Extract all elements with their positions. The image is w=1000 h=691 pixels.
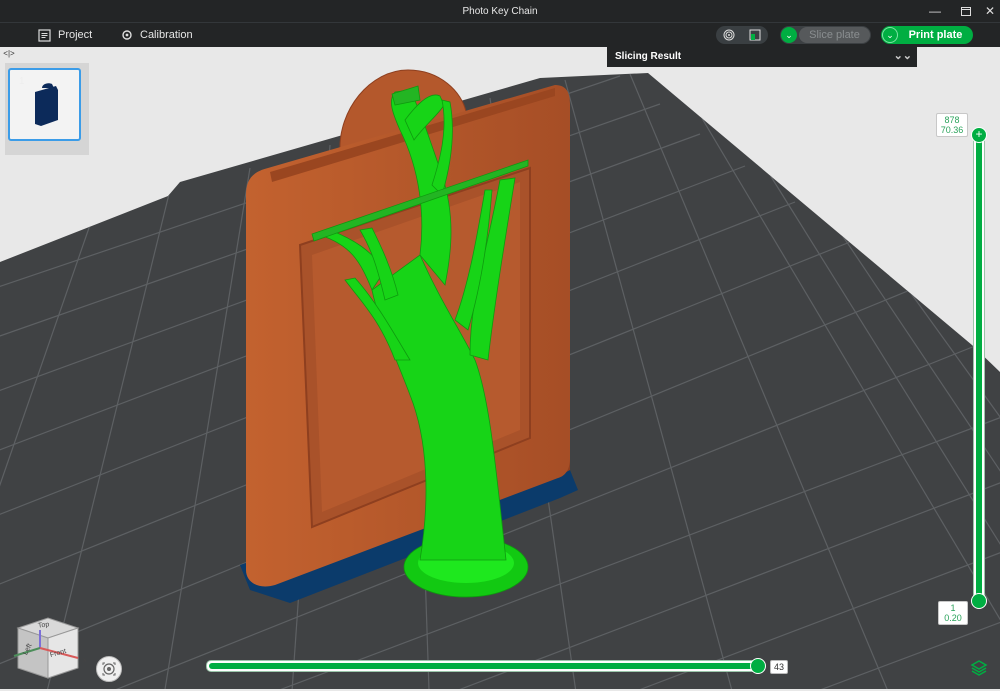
layer-slider-bottom-label: 1 0.20 (938, 601, 968, 625)
layer-slider-bottom-handle[interactable] (971, 593, 987, 609)
view-cube[interactable]: Top Left Front y x (7, 612, 88, 686)
bottom-layer-height: 0.20 (944, 613, 962, 623)
main-toolbar: Project Calibration ⌄ Slice plate ⌄ Prin… (0, 22, 1000, 47)
axis-x-label: x (83, 657, 87, 664)
calibration-label: Calibration (140, 29, 193, 41)
layers-view-icon[interactable] (749, 29, 761, 41)
collapse-panel-button[interactable]: <|> (3, 47, 15, 59)
top-layer-number: 878 (944, 115, 960, 125)
chevron-down-icon: ⌄ (785, 29, 793, 40)
print-plate-control[interactable]: ⌄ Print plate (881, 26, 973, 44)
bottom-layer-number: 1 (950, 603, 956, 613)
move-slider-value: 43 (770, 660, 789, 674)
layer-slider-top-handle[interactable]: + (971, 127, 987, 143)
layers-icon (970, 660, 988, 676)
maximize-icon (961, 6, 971, 16)
slice-dropdown-button[interactable]: ⌄ (781, 27, 797, 43)
window-title: Photo Key Chain (462, 6, 538, 17)
print-plate-button[interactable]: Print plate (898, 29, 973, 41)
slice-plate-button[interactable]: Slice plate (799, 27, 870, 43)
calibration-tab[interactable]: Calibration (121, 23, 193, 47)
project-tab[interactable]: Project (38, 23, 92, 47)
scene-render (0, 69, 1000, 689)
plate-preview-image (35, 83, 58, 126)
layer-slider-top-label: 878 70.36 (936, 113, 968, 137)
3d-viewport[interactable] (0, 46, 1000, 689)
calibration-icon (122, 30, 132, 40)
layer-slider-fill (976, 136, 982, 598)
layers-toggle-button[interactable] (968, 657, 990, 679)
axis-y-label: y (7, 652, 11, 659)
view-mode-toggle[interactable] (716, 26, 768, 44)
close-button[interactable]: ✕ (978, 0, 1000, 22)
slice-plate-control[interactable]: ⌄ Slice plate (780, 26, 871, 44)
chevron-down-icon: ⌄ (886, 29, 894, 40)
move-slider-handle[interactable] (750, 658, 766, 674)
slicing-result-title: Slicing Result (615, 51, 682, 62)
maximize-button[interactable] (954, 0, 978, 22)
project-label: Project (58, 29, 93, 41)
plate-thumbnail[interactable]: 1 (8, 68, 81, 141)
move-slider-fill (209, 663, 759, 669)
title-bar: Photo Key Chain — ✕ (0, 0, 1000, 22)
top-layer-height: 70.36 (940, 125, 964, 135)
project-icon (38, 28, 51, 42)
expand-icon[interactable]: ⌄⌄ (894, 49, 912, 62)
reset-view-button[interactable] (96, 656, 122, 682)
print-dropdown-button[interactable]: ⌄ (882, 27, 898, 43)
minimize-button[interactable]: — (923, 0, 947, 22)
target-view-icon[interactable] (723, 29, 735, 41)
collapse-panel-icon: <|> (3, 48, 15, 58)
reset-view-icon (102, 662, 116, 676)
slicing-result-panel[interactable]: Slicing Result ⌄⌄ (607, 46, 917, 67)
